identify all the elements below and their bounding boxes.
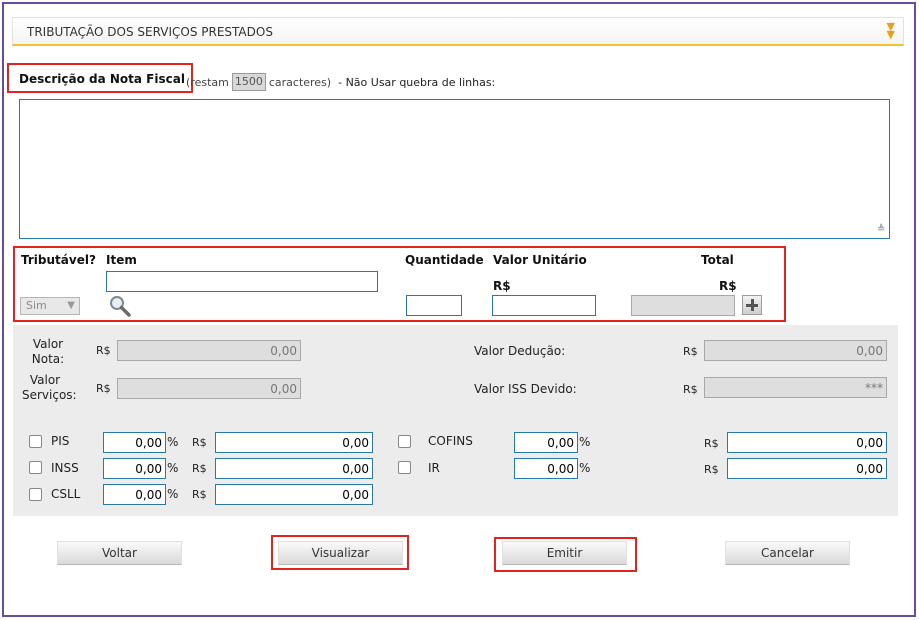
cofins-amount-input[interactable] [727,432,887,453]
valor-nota-input [117,340,301,361]
pis-currency: R$ [192,436,207,449]
inss-percent-sign: % [167,461,179,475]
csll-checkbox[interactable] [29,488,42,501]
csll-currency: R$ [192,488,207,501]
cofins-percent-sign: % [579,435,591,449]
valor-nota-currency: R$ [96,344,111,357]
csll-label: CSLL [51,487,81,501]
valor-servicos-currency: R$ [96,382,111,395]
valor-iss-input [704,377,887,398]
section-title: TRIBUTAÇÃO DOS SERVIÇOS PRESTADOS [27,25,273,39]
add-item-button[interactable] [742,295,762,315]
inss-checkbox[interactable] [29,461,42,474]
valor-deducao-currency: R$ [683,345,698,358]
description-label: Descrição da Nota Fiscal [19,72,185,86]
valor-servicos-input [117,378,301,399]
search-icon[interactable] [108,294,132,318]
item-header: Item [106,253,137,267]
ir-currency: R$ [704,463,719,476]
resize-grip-icon[interactable]: ≜ [877,225,887,235]
valor-deducao-input [704,340,887,361]
valor-iss-label: Valor ISS Devido: [474,382,577,396]
valor-servicos-label: Valor Serviços: [22,373,77,402]
issue-button[interactable]: Emitir [502,541,627,565]
ir-label: IR [428,461,440,475]
pis-amount-input[interactable] [215,432,373,453]
inss-label: INSS [51,461,79,475]
valor-nota-label: Valor Nota: [31,337,65,366]
collapse-chevron-icon[interactable]: ▼ ▼ [887,21,895,40]
preview-button[interactable]: Visualizar [278,541,403,565]
total-input [631,295,735,316]
ir-checkbox[interactable] [398,461,411,474]
description-note-suffix: caracteres) [268,75,332,89]
total-currency: R$ [719,279,737,293]
ir-percent-sign: % [579,461,591,475]
cancel-button[interactable]: Cancelar [725,541,850,565]
taxable-header: Tributável? [21,253,96,267]
total-header: Total [701,253,734,267]
taxable-select[interactable]: Sim ▼ [20,297,80,315]
csll-amount-input[interactable] [215,484,373,505]
cofins-checkbox[interactable] [398,435,411,448]
description-note-rest: - Não Usar quebra de linhas: [338,75,496,89]
section-header[interactable]: TRIBUTAÇÃO DOS SERVIÇOS PRESTADOS ▼ ▼ [12,17,904,46]
description-textarea[interactable] [19,99,890,239]
unit-value-header: Valor Unitário [493,253,587,267]
inss-percent-input[interactable] [103,458,166,479]
ir-amount-input[interactable] [727,458,887,479]
unit-value-currency: R$ [493,279,511,293]
quantity-input[interactable] [406,295,462,316]
csll-percent-sign: % [167,487,179,501]
pis-percent-input[interactable] [103,432,166,453]
taxable-select-value: Sim [26,299,47,312]
unit-value-input[interactable] [492,295,596,316]
back-button[interactable]: Voltar [57,541,182,565]
remaining-characters-counter: 1500 [231,73,266,91]
cofins-currency: R$ [704,437,719,450]
pis-label: PIS [51,434,70,448]
ir-percent-input[interactable] [514,458,578,479]
cofins-label: COFINS [428,434,473,448]
quantity-header: Quantidade [405,253,484,267]
pis-checkbox[interactable] [29,435,42,448]
inss-amount-input[interactable] [215,458,373,479]
inss-currency: R$ [192,462,207,475]
csll-percent-input[interactable] [103,484,166,505]
item-input[interactable] [106,271,378,292]
chevron-down-icon: ▼ [67,300,75,311]
description-note-prefix: (restam [186,75,229,89]
description-note: (restam 1500 caracteres) - Não Usar queb… [186,73,495,91]
cofins-percent-input[interactable] [514,432,578,453]
pis-percent-sign: % [167,435,179,449]
valor-iss-currency: R$ [683,383,698,396]
valor-deducao-label: Valor Dedução: [474,344,566,358]
